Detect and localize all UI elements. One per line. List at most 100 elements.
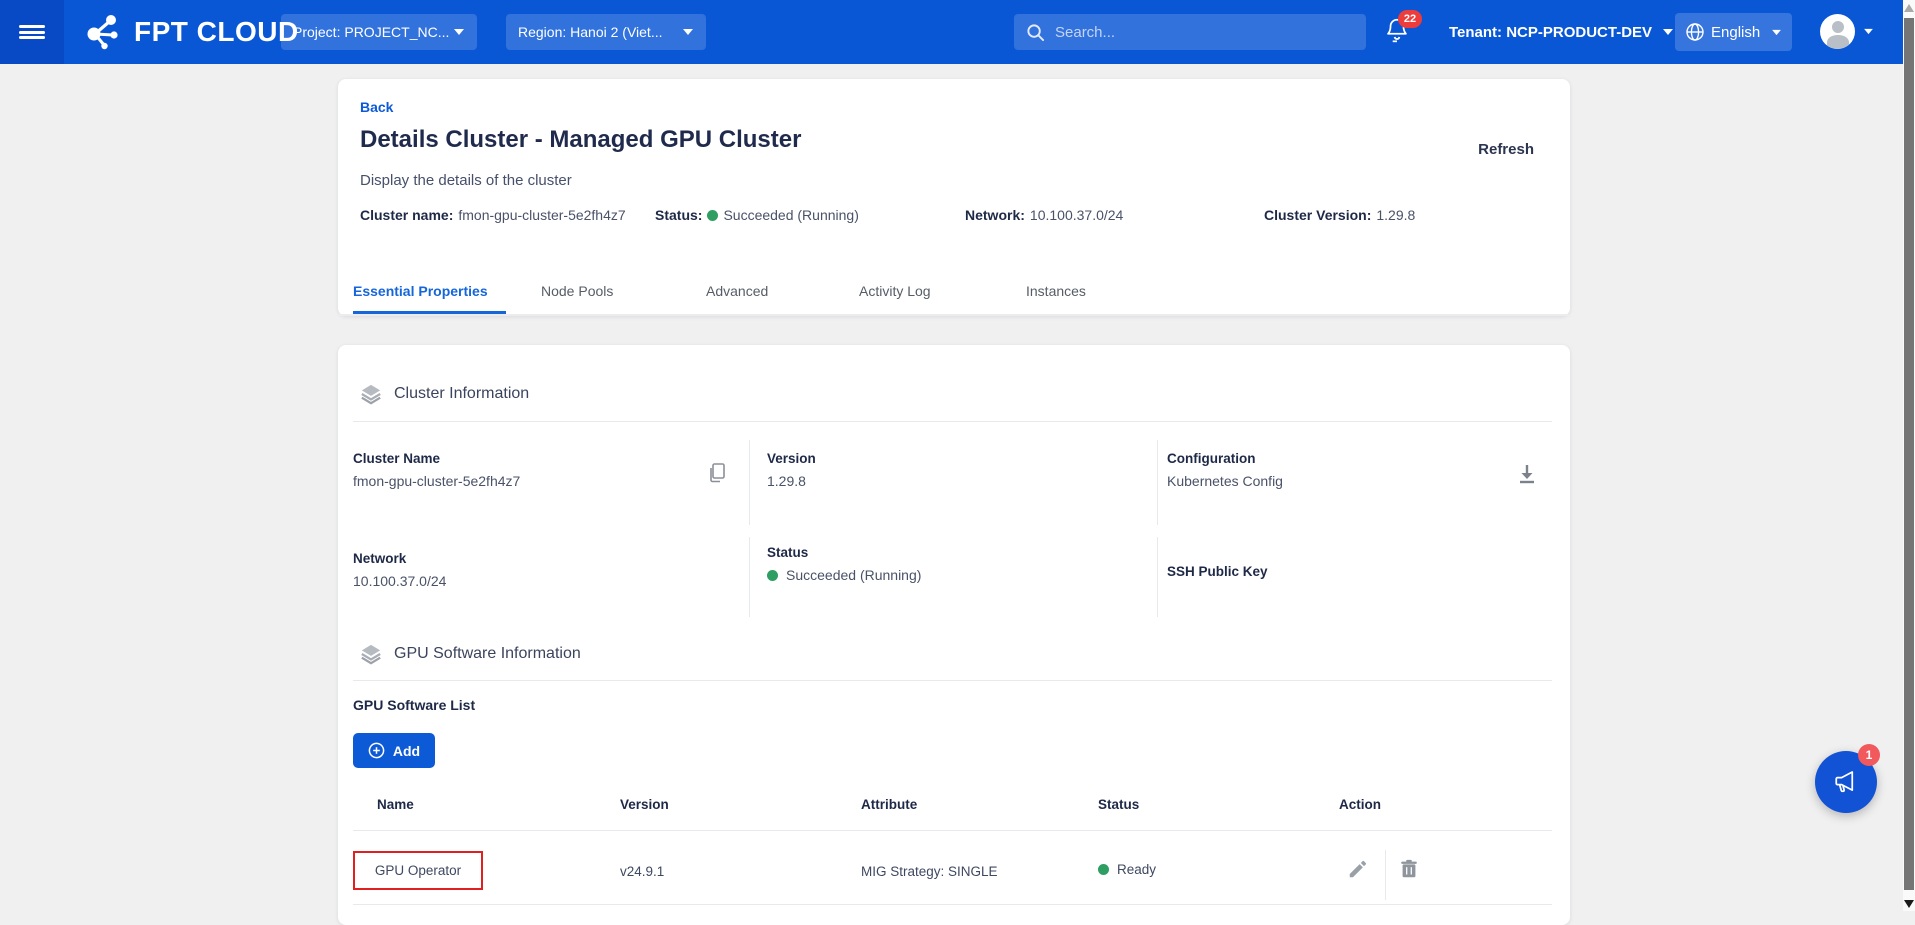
menu-button[interactable] — [0, 0, 64, 64]
gpu-software-list-title: GPU Software List — [353, 697, 475, 713]
fpt-cloud-logo-icon — [80, 11, 126, 53]
back-link[interactable]: Back — [360, 99, 393, 115]
summary-value: Succeeded (Running) — [723, 207, 858, 223]
cluster-information-section-header: Cluster Information — [360, 383, 529, 405]
chevron-down-icon — [1863, 28, 1874, 35]
column-header-action: Action — [1339, 797, 1381, 812]
brand-logo[interactable]: FPT CLOUD — [80, 0, 299, 64]
column-divider — [1157, 537, 1158, 617]
status-dot-icon — [1098, 864, 1109, 875]
field-label: Network — [353, 551, 446, 566]
section-title: Cluster Information — [394, 385, 529, 403]
status-dot-icon — [707, 210, 718, 221]
edit-pencil-icon[interactable] — [1347, 858, 1369, 880]
summary-label: Network: — [965, 207, 1025, 223]
notifications-button[interactable]: 22 — [1384, 16, 1428, 52]
status-text: Ready — [1117, 862, 1156, 877]
summary-value: 10.100.37.0/24 — [1030, 207, 1123, 223]
field-network: Network 10.100.37.0/24 — [353, 551, 446, 589]
tab-essential-properties[interactable]: Essential Properties — [353, 268, 506, 314]
column-header-version: Version — [620, 797, 669, 812]
summary-value: fmon-gpu-cluster-5e2fh4z7 — [458, 207, 625, 223]
status-dot-icon — [767, 570, 778, 581]
tab-activity-log[interactable]: Activity Log — [859, 268, 931, 314]
field-label: Configuration — [1167, 451, 1283, 466]
global-search[interactable] — [1014, 14, 1366, 50]
chevron-down-icon — [1771, 29, 1782, 36]
cluster-summary-row: Cluster name: fmon-gpu-cluster-5e2fh4z7 … — [338, 207, 1570, 227]
download-icon[interactable] — [1516, 463, 1538, 485]
summary-status: Status: Succeeded (Running) — [655, 207, 859, 223]
copy-icon[interactable] — [706, 461, 728, 485]
column-divider — [749, 537, 750, 617]
tab-advanced[interactable]: Advanced — [706, 268, 768, 314]
page-title: Details Cluster - Managed GPU Cluster — [360, 126, 801, 154]
field-ssh-public-key: SSH Public Key — [1167, 564, 1268, 579]
brand-name: FPT CLOUD — [134, 16, 299, 48]
top-navbar: FPT CLOUD Project: PROJECT_NC... Region:… — [0, 0, 1903, 64]
megaphone-icon — [1831, 767, 1861, 797]
refresh-button[interactable]: Refresh — [1478, 141, 1534, 158]
field-status: Status Succeeded (Running) — [767, 545, 921, 583]
summary-label: Cluster Version: — [1264, 207, 1371, 223]
scrollbar-thumb[interactable] — [1904, 18, 1914, 890]
summary-value: 1.29.8 — [1376, 207, 1415, 223]
field-value: 10.100.37.0/24 — [353, 573, 446, 589]
field-label: Cluster Name — [353, 451, 520, 466]
plus-circle-icon — [368, 742, 385, 759]
summary-cluster-name: Cluster name: fmon-gpu-cluster-5e2fh4z7 — [360, 207, 626, 223]
column-divider — [1157, 440, 1158, 525]
column-header-attribute: Attribute — [861, 797, 917, 812]
project-label: Project: PROJECT_NC... — [293, 24, 449, 40]
scrollbar-up-arrow[interactable] — [1904, 4, 1914, 12]
field-label: SSH Public Key — [1167, 564, 1268, 579]
table-row-border — [353, 904, 1552, 905]
language-label: English — [1711, 24, 1760, 41]
chevron-down-icon — [682, 28, 694, 36]
field-value: 1.29.8 — [767, 473, 816, 489]
column-header-status: Status — [1098, 797, 1139, 812]
region-selector[interactable]: Region: Hanoi 2 (Viet... — [506, 14, 706, 50]
field-value: Kubernetes Config — [1167, 473, 1283, 489]
field-version: Version 1.29.8 — [767, 451, 816, 489]
section-divider — [353, 421, 1552, 422]
region-label: Region: Hanoi 2 (Viet... — [518, 24, 663, 40]
scrollbar-down-arrow[interactable] — [1904, 900, 1914, 908]
summary-label: Cluster name: — [360, 207, 453, 223]
chevron-down-icon — [1662, 28, 1674, 36]
software-name-highlight-box[interactable]: GPU Operator — [353, 851, 483, 890]
software-status: Ready — [1098, 862, 1156, 877]
software-version: v24.9.1 — [620, 864, 664, 879]
column-divider — [749, 440, 750, 525]
cluster-details-card: Cluster Information Cluster Name fmon-gp… — [338, 345, 1570, 925]
project-selector[interactable]: Project: PROJECT_NC... — [281, 14, 477, 50]
add-button-label: Add — [393, 743, 420, 759]
hamburger-icon — [19, 23, 45, 42]
section-divider — [353, 680, 1552, 681]
summary-label: Status: — [655, 207, 702, 223]
delete-trash-icon[interactable] — [1398, 858, 1420, 880]
announcements-count-badge: 1 — [1858, 744, 1880, 766]
search-input[interactable] — [1055, 24, 1335, 41]
field-value: Succeeded (Running) — [786, 567, 921, 583]
field-value: fmon-gpu-cluster-5e2fh4z7 — [353, 473, 520, 489]
user-menu[interactable] — [1820, 14, 1874, 49]
chevron-down-icon — [453, 28, 465, 36]
language-selector[interactable]: English — [1675, 13, 1792, 51]
action-divider — [1385, 850, 1386, 900]
tenant-label: Tenant: NCP-PRODUCT-DEV — [1449, 24, 1652, 41]
globe-icon — [1685, 22, 1705, 42]
tab-bar: Essential Properties Node Pools Advanced… — [338, 268, 1570, 316]
tab-instances[interactable]: Instances — [1026, 268, 1086, 314]
notification-count-badge: 22 — [1398, 10, 1422, 28]
avatar — [1820, 14, 1855, 49]
tab-node-pools[interactable]: Node Pools — [541, 268, 613, 314]
table-header-border — [353, 830, 1552, 831]
column-header-name: Name — [377, 797, 414, 812]
page-subtitle: Display the details of the cluster — [360, 172, 572, 189]
tenant-selector[interactable]: Tenant: NCP-PRODUCT-DEV — [1449, 0, 1674, 64]
field-configuration: Configuration Kubernetes Config — [1167, 451, 1283, 489]
page-scrollbar[interactable] — [1903, 0, 1915, 911]
software-name: GPU Operator — [375, 863, 461, 878]
add-software-button[interactable]: Add — [353, 733, 435, 768]
